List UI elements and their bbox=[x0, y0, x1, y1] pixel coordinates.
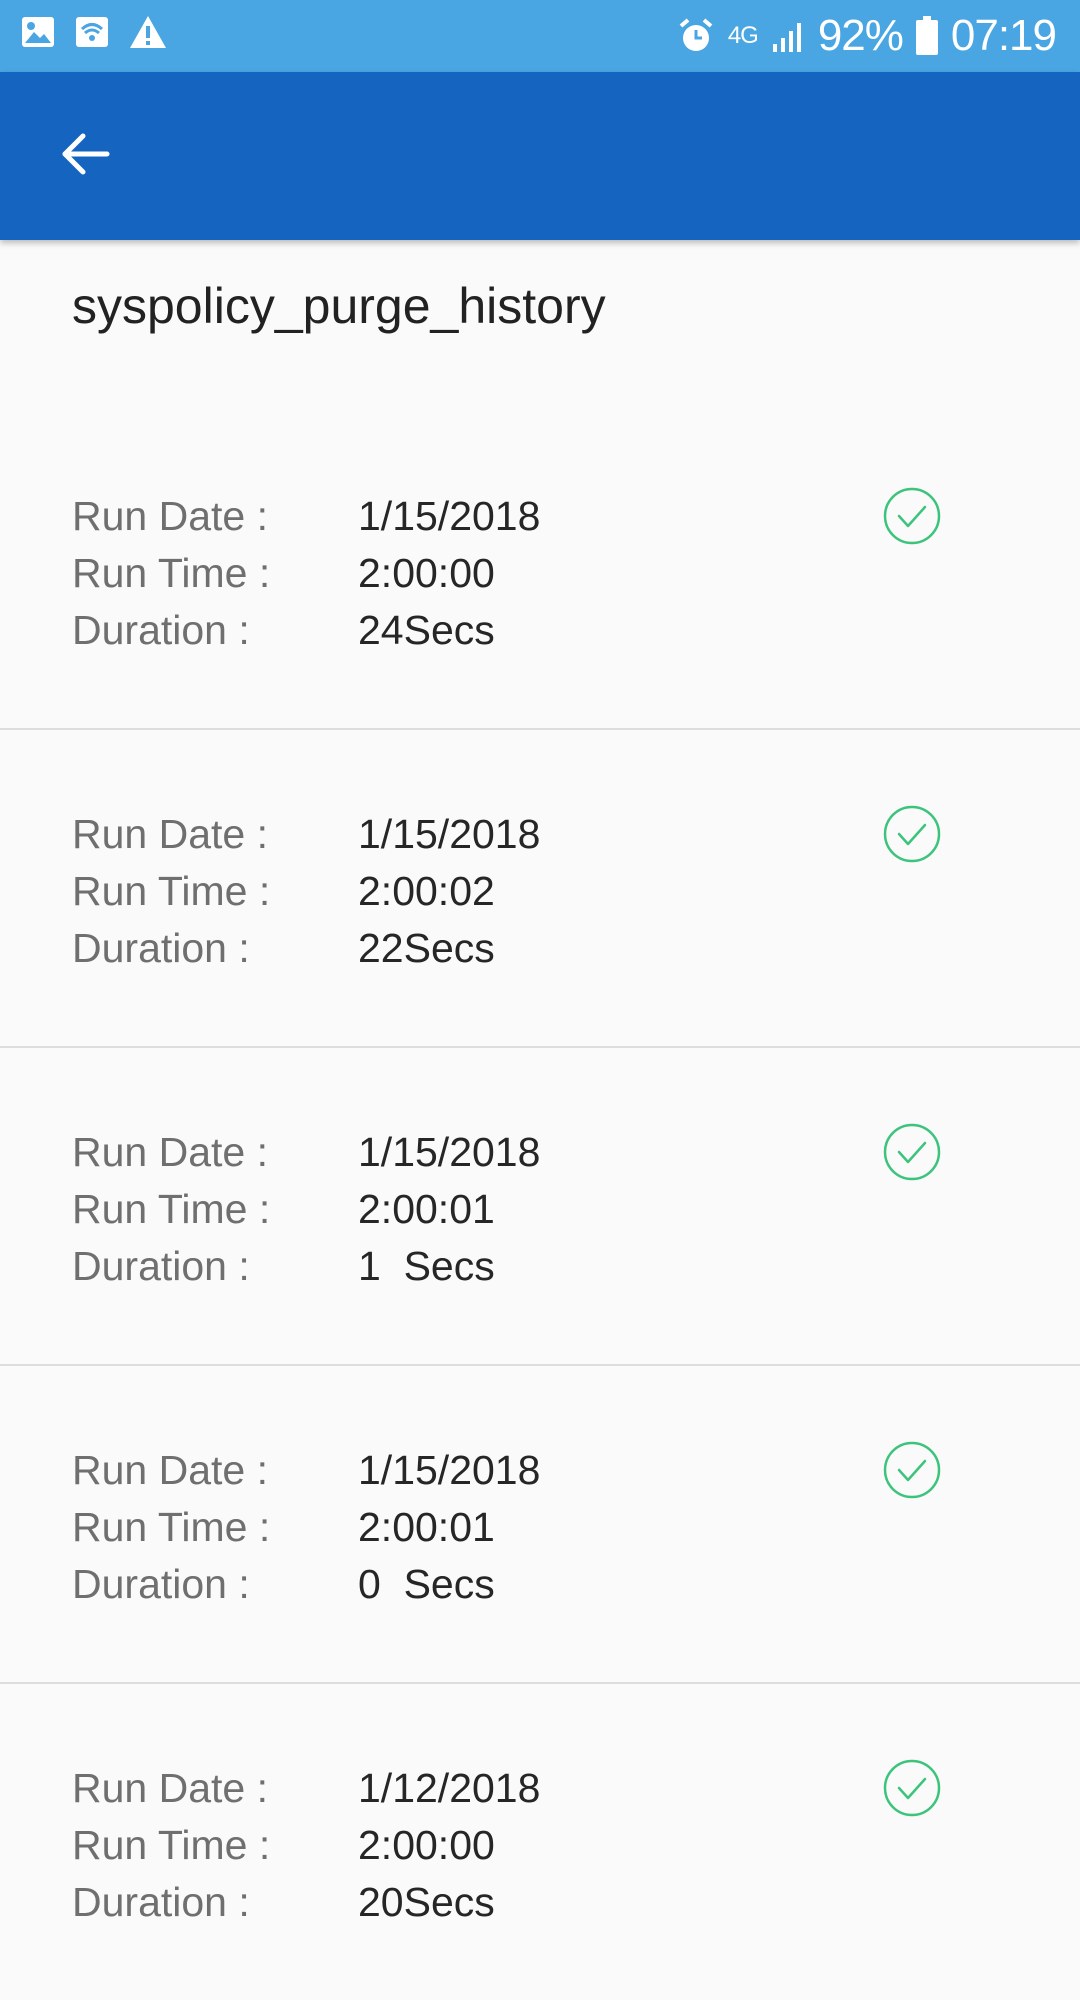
run-date-row: Run Date : 1/12/2018 bbox=[72, 1760, 540, 1817]
duration-value: 24Secs bbox=[358, 607, 495, 653]
duration-row: Duration : 20Secs bbox=[72, 1874, 495, 1931]
run-date-value: 1/15/2018 bbox=[358, 493, 541, 539]
wifi-icon bbox=[74, 14, 110, 50]
image-icon bbox=[20, 14, 56, 50]
run-time-value: 2:00:01 bbox=[358, 1504, 495, 1550]
duration-row: Duration : 1 Secs bbox=[72, 1238, 495, 1295]
run-time-row: Run Time : 2:00:01 bbox=[72, 1499, 495, 1556]
list-item[interactable]: Run Date : 1/12/2018 Run Time : 2:00:00 … bbox=[0, 1684, 1080, 2000]
list-item[interactable]: Run Date : 1/15/2018 Run Time : 2:00:02 … bbox=[0, 730, 1080, 1048]
signal-icon bbox=[770, 18, 806, 54]
run-date-row: Run Date : 1/15/2018 bbox=[72, 806, 540, 863]
battery-percent: 92% bbox=[817, 11, 904, 60]
check-circle-icon bbox=[883, 805, 941, 863]
run-time-label: Run Time : bbox=[72, 1186, 271, 1232]
run-date-label: Run Date : bbox=[72, 1765, 268, 1811]
page-title: syspolicy_purge_history bbox=[72, 278, 606, 334]
run-date-label: Run Date : bbox=[72, 493, 268, 539]
check-circle-icon bbox=[883, 1441, 941, 1499]
run-time-label: Run Time : bbox=[72, 1822, 271, 1868]
duration-value: 20Secs bbox=[358, 1879, 495, 1925]
duration-value: 0 Secs bbox=[358, 1561, 495, 1607]
check-circle-icon bbox=[883, 487, 941, 545]
system-status: 4G 92% 07:19 bbox=[676, 11, 1057, 60]
network-type: 4G bbox=[727, 22, 759, 49]
run-time-value: 2:00:02 bbox=[358, 868, 495, 914]
battery-icon bbox=[915, 16, 939, 56]
run-date-label: Run Date : bbox=[72, 1447, 268, 1493]
run-time-label: Run Time : bbox=[72, 550, 271, 596]
run-date-value: 1/15/2018 bbox=[358, 1129, 541, 1175]
run-time-row: Run Time : 2:00:00 bbox=[72, 1817, 495, 1874]
run-history-list: Run Date : 1/15/2018 Run Time : 2:00:00 … bbox=[0, 412, 1080, 2000]
duration-row: Duration : 22Secs bbox=[72, 920, 495, 977]
duration-row: Duration : 24Secs bbox=[72, 602, 495, 659]
list-item[interactable]: Run Date : 1/15/2018 Run Time : 2:00:01 … bbox=[0, 1048, 1080, 1366]
run-date-label: Run Date : bbox=[72, 1129, 268, 1175]
duration-value: 1 Secs bbox=[358, 1243, 495, 1289]
run-date-value: 1/15/2018 bbox=[358, 811, 541, 857]
alarm-icon bbox=[676, 16, 716, 56]
run-time-row: Run Time : 2:00:00 bbox=[72, 545, 495, 602]
run-date-label: Run Date : bbox=[72, 811, 268, 857]
run-time-row: Run Time : 2:00:01 bbox=[72, 1181, 495, 1238]
app-bar bbox=[0, 72, 1080, 240]
list-item[interactable]: Run Date : 1/15/2018 Run Time : 2:00:00 … bbox=[0, 412, 1080, 730]
duration-label: Duration : bbox=[72, 1561, 250, 1607]
run-time-value: 2:00:00 bbox=[358, 1822, 495, 1868]
notification-icons bbox=[20, 14, 168, 50]
duration-label: Duration : bbox=[72, 1243, 250, 1289]
run-date-value: 1/12/2018 bbox=[358, 1765, 541, 1811]
run-time-label: Run Time : bbox=[72, 868, 271, 914]
check-circle-icon bbox=[883, 1759, 941, 1817]
duration-label: Duration : bbox=[72, 607, 250, 653]
back-arrow-icon bbox=[57, 126, 113, 187]
duration-value: 22Secs bbox=[358, 925, 495, 971]
status-bar: 4G 92% 07:19 bbox=[0, 0, 1080, 72]
list-item[interactable]: Run Date : 1/15/2018 Run Time : 2:00:01 … bbox=[0, 1366, 1080, 1684]
run-time-label: Run Time : bbox=[72, 1504, 271, 1550]
run-time-value: 2:00:00 bbox=[358, 550, 495, 596]
run-date-row: Run Date : 1/15/2018 bbox=[72, 1442, 540, 1499]
duration-label: Duration : bbox=[72, 925, 250, 971]
run-date-row: Run Date : 1/15/2018 bbox=[72, 488, 540, 545]
run-date-value: 1/15/2018 bbox=[358, 1447, 541, 1493]
run-time-row: Run Time : 2:00:02 bbox=[72, 863, 495, 920]
warning-icon bbox=[128, 14, 168, 50]
check-circle-icon bbox=[883, 1123, 941, 1181]
run-time-value: 2:00:01 bbox=[358, 1186, 495, 1232]
run-date-row: Run Date : 1/15/2018 bbox=[72, 1124, 540, 1181]
duration-row: Duration : 0 Secs bbox=[72, 1556, 495, 1613]
back-button[interactable] bbox=[40, 116, 130, 196]
duration-label: Duration : bbox=[72, 1879, 250, 1925]
clock: 07:19 bbox=[950, 11, 1057, 60]
